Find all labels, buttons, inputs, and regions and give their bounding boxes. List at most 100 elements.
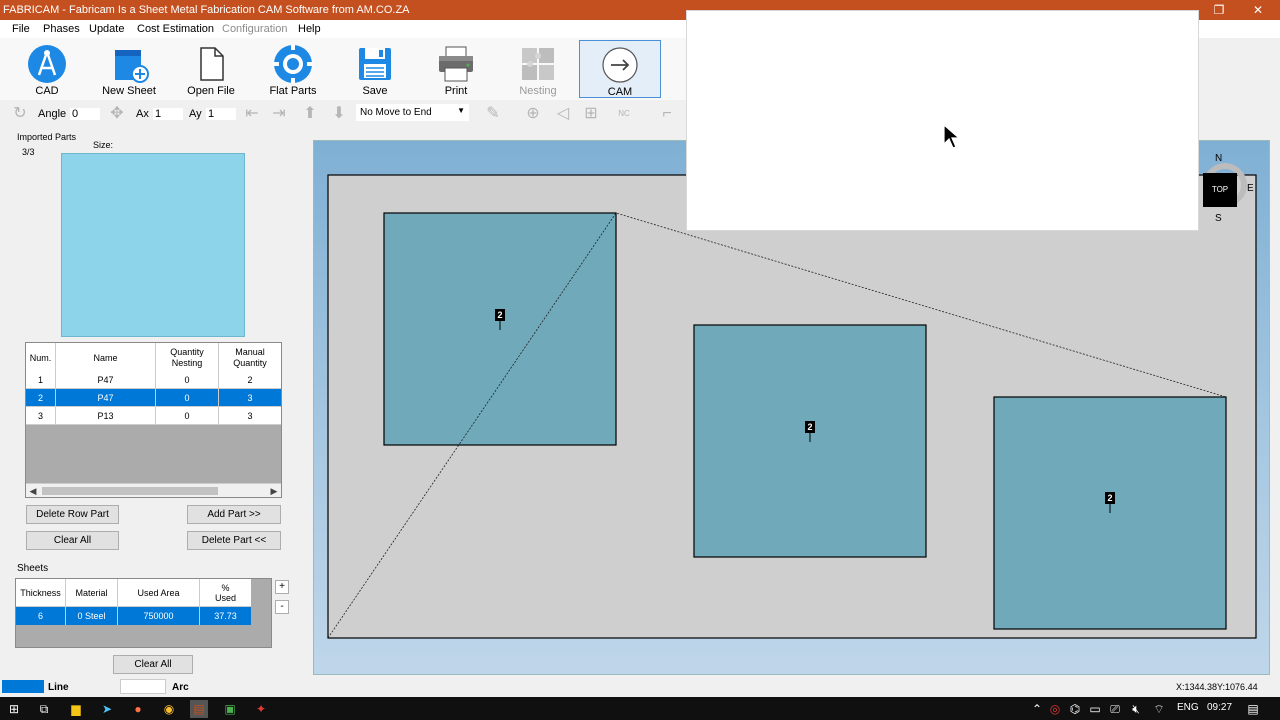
tray-app-icon[interactable]: ◎ <box>1046 700 1064 718</box>
nesting-button[interactable]: Nesting <box>511 40 565 98</box>
app-icon[interactable]: ➤ <box>98 700 116 718</box>
delete-row-part-button[interactable]: Delete Row Part <box>26 505 119 524</box>
add-part-button[interactable]: Add Part >> <box>187 505 281 524</box>
clear-all-sheets-button[interactable]: Clear All <box>113 655 193 674</box>
add-sheet-button[interactable]: + <box>275 580 289 594</box>
delete-part-button[interactable]: Delete Part << <box>187 531 281 550</box>
sheets-table-header: Thickness Material Used Area % Used <box>16 579 251 607</box>
fit-icon[interactable]: ⊞ <box>580 103 602 125</box>
chevron-down-icon: ▼ <box>457 106 465 115</box>
corner-icon[interactable]: ⌐ <box>656 103 678 125</box>
wifi-icon[interactable]: ⌔ <box>1150 700 1168 718</box>
row-manual[interactable]: 3 <box>219 389 281 407</box>
sheets-table: Thickness Material Used Area % Used 6 0 … <box>15 578 272 648</box>
table-row-selected[interactable]: 6 0 Steel 750000 37.73 <box>16 607 251 625</box>
move-last-icon[interactable]: ⇥ <box>268 103 290 125</box>
maximize-button[interactable]: ❐ <box>1199 0 1239 20</box>
scroll-thumb[interactable] <box>42 487 218 495</box>
ruler-icon[interactable]: ◁ <box>552 103 574 125</box>
cad-label: CAD <box>35 85 59 97</box>
file-explorer-icon[interactable]: ▆ <box>67 700 85 718</box>
app-green-icon[interactable]: ▣ <box>221 700 239 718</box>
cad-button[interactable]: CAD <box>20 40 74 98</box>
status-input[interactable] <box>120 679 166 694</box>
arrow-up-icon[interactable]: ⬆ <box>299 103 321 125</box>
table-row[interactable]: 1 P47 0 2 <box>26 371 281 389</box>
windows-start-icon[interactable]: ⊞ <box>5 700 23 718</box>
flat-parts-icon <box>273 44 313 84</box>
row-manual[interactable]: 3 <box>219 407 281 425</box>
remove-sheet-button[interactable]: - <box>275 600 289 614</box>
firefox-icon[interactable]: ● <box>129 700 147 718</box>
menu-configuration[interactable]: Configuration <box>222 23 287 35</box>
row-name: P13 <box>56 407 156 425</box>
file-icon <box>200 47 224 81</box>
arrow-down-icon[interactable]: ⬇ <box>328 103 350 125</box>
status-arc-label: Arc <box>172 682 189 693</box>
scroll-right-icon[interactable]: ▶ <box>267 484 281 498</box>
angle-input[interactable]: 0 <box>70 108 100 120</box>
menu-help[interactable]: Help <box>298 23 321 35</box>
open-file-button[interactable]: Open File <box>182 40 240 98</box>
mouse-cursor-icon <box>943 124 961 149</box>
move-icon[interactable]: ✥ <box>106 103 128 125</box>
scroll-left-icon[interactable]: ◀ <box>26 484 40 498</box>
new-sheet-icon <box>115 50 149 83</box>
tray-display-icon[interactable]: ⎚ <box>1106 700 1124 718</box>
fabricam-taskbar-icon[interactable]: ▤ <box>190 700 208 718</box>
pencil-icon[interactable]: ✎ <box>482 103 504 125</box>
cam-label: CAM <box>607 86 633 98</box>
add-circle-icon[interactable]: ⊕ <box>522 103 544 125</box>
col-percent-used[interactable]: % Used <box>200 579 251 607</box>
close-button[interactable]: ✕ <box>1238 0 1278 20</box>
col-manual-quantity[interactable]: Manual Quantity <box>219 343 281 373</box>
col-num[interactable]: Num. <box>26 343 56 373</box>
chrome-icon[interactable]: ◉ <box>160 700 178 718</box>
horizontal-scrollbar[interactable]: ◀ ▶ <box>26 483 281 497</box>
sheets-label: Sheets <box>17 563 49 574</box>
notifications-icon[interactable]: ▤ <box>1244 700 1262 718</box>
col-manual-quantity-line2: Quantity <box>233 358 267 368</box>
move-mode-select[interactable]: No Move to End ▼ <box>355 103 470 122</box>
col-quantity-nesting-line1: Quantity <box>170 347 204 357</box>
menu-file[interactable]: File <box>12 23 30 35</box>
menu-cost-estimation[interactable]: Cost Estimation <box>137 23 214 35</box>
tray-battery-icon[interactable]: ▭ <box>1086 700 1104 718</box>
nc-icon[interactable]: NC <box>613 103 635 125</box>
table-row-selected[interactable]: 2 P47 0 3 <box>26 389 281 407</box>
task-view-icon[interactable]: ⧉ <box>35 700 53 718</box>
table-row[interactable]: 3 P13 0 3 <box>26 407 281 425</box>
menu-update[interactable]: Update <box>89 23 124 35</box>
col-used-area[interactable]: Used Area <box>118 579 200 607</box>
menu-phases[interactable]: Phases <box>43 23 80 35</box>
clock[interactable]: 09:27 <box>1207 702 1232 713</box>
move-first-icon[interactable]: ⇤ <box>241 103 263 125</box>
row-num: 1 <box>26 371 56 389</box>
ay-input[interactable]: 1 <box>206 108 236 120</box>
col-material[interactable]: Material <box>66 579 118 607</box>
part-preview <box>61 153 245 337</box>
save-button[interactable]: Save <box>350 40 400 98</box>
ax-input[interactable]: 1 <box>153 108 183 120</box>
print-button[interactable]: Print <box>432 40 480 98</box>
app-red-icon[interactable]: ✦ <box>252 700 270 718</box>
flat-parts-button[interactable]: Flat Parts <box>264 40 322 98</box>
cam-button[interactable]: CAM <box>579 40 661 98</box>
row-nesting: 0 <box>156 407 219 425</box>
view-cube-top-face[interactable]: TOP <box>1203 173 1237 207</box>
volume-icon[interactable]: 🔇︎ <box>1127 700 1145 718</box>
language-indicator[interactable]: ENG <box>1177 702 1199 713</box>
clear-all-parts-button[interactable]: Clear All <box>26 531 119 550</box>
col-thickness[interactable]: Thickness <box>16 579 66 607</box>
col-quantity-nesting[interactable]: Quantity Nesting <box>156 343 219 373</box>
arrow-right-icon <box>602 47 638 83</box>
tray-network-icon[interactable]: ⌬ <box>1066 700 1084 718</box>
rotate-icon[interactable]: ↻ <box>9 103 31 125</box>
col-name[interactable]: Name <box>56 343 156 373</box>
show-hidden-icons-icon[interactable]: ⌃ <box>1028 700 1046 718</box>
new-sheet-button[interactable]: New Sheet <box>98 40 160 98</box>
compass-south: S <box>1215 213 1222 224</box>
row-num: 2 <box>26 389 56 407</box>
view-cube[interactable]: TOP N S E <box>1199 153 1257 224</box>
row-manual[interactable]: 2 <box>219 371 281 389</box>
